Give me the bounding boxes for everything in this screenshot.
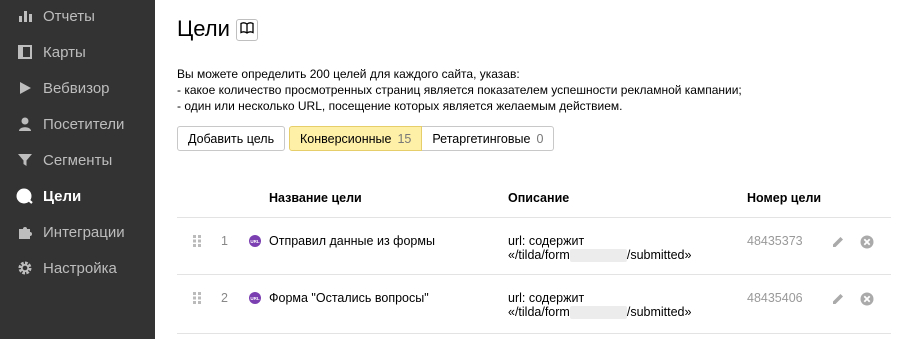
sidebar-item-maps[interactable]: Карты bbox=[0, 34, 155, 70]
puzzle-icon bbox=[15, 222, 35, 242]
play-icon bbox=[15, 78, 35, 98]
url-type-icon: URL bbox=[249, 292, 261, 304]
target-icon bbox=[15, 186, 35, 206]
url-suffix: /submitted» bbox=[626, 248, 692, 262]
drag-handle-icon[interactable] bbox=[192, 291, 202, 305]
tab-label: Конверсионные bbox=[300, 131, 392, 146]
url-badge-text: URL bbox=[250, 239, 259, 244]
sidebar-item-label: Настройка bbox=[43, 259, 117, 277]
url-type-icon: URL bbox=[249, 235, 261, 247]
sidebar-item-settings[interactable]: Настройка bbox=[0, 250, 155, 286]
row-index: 2 bbox=[221, 291, 228, 305]
column-header-description: Описание bbox=[508, 191, 570, 205]
sidebar-item-label: Карты bbox=[43, 43, 86, 61]
sidebar-item-reports[interactable]: Отчеты bbox=[0, 0, 155, 34]
url-badge-text: URL bbox=[250, 296, 259, 301]
gear-icon bbox=[15, 258, 35, 278]
sidebar-item-visitors[interactable]: Посетители bbox=[0, 106, 155, 142]
main-content: Цели Вы можете определить 200 целей для … bbox=[155, 0, 900, 339]
divider bbox=[177, 333, 891, 334]
description-line: - какое количество просмотренных страниц… bbox=[177, 83, 742, 97]
sidebar-item-goals[interactable]: Цели bbox=[0, 178, 155, 214]
sidebar-item-label: Интеграции bbox=[43, 223, 125, 241]
sidebar-item-label: Цели bbox=[43, 187, 82, 205]
description-url: «/tilda/form/submitted» bbox=[508, 305, 692, 320]
map-icon bbox=[15, 42, 35, 62]
goal-number: 48435373 bbox=[747, 234, 803, 248]
description-line: - один или несколько URL, посещение кото… bbox=[177, 99, 623, 113]
goal-type-tabs: Конверсионные 15 Ретаргетинговые 0 bbox=[289, 126, 555, 151]
tab-conversion[interactable]: Конверсионные 15 bbox=[289, 126, 423, 151]
tab-label: Ретаргетинговые bbox=[432, 131, 531, 146]
tab-count: 0 bbox=[536, 131, 544, 146]
delete-close-icon[interactable] bbox=[859, 234, 875, 250]
sidebar-item-label: Сегменты bbox=[43, 151, 113, 169]
goal-description: url: содержит «/tilda/form/submitted» bbox=[508, 234, 692, 263]
funnel-icon bbox=[15, 150, 35, 170]
description-condition: url: содержит bbox=[508, 291, 585, 305]
help-button[interactable] bbox=[236, 19, 258, 41]
person-icon bbox=[15, 114, 35, 134]
url-suffix: /submitted» bbox=[626, 305, 692, 319]
delete-close-icon[interactable] bbox=[859, 291, 875, 307]
goal-name[interactable]: Форма "Остались вопросы" bbox=[269, 291, 429, 305]
divider bbox=[177, 217, 891, 218]
goal-name[interactable]: Отправил данные из формы bbox=[269, 234, 435, 248]
book-icon bbox=[240, 21, 254, 39]
bar-chart-icon bbox=[15, 6, 35, 26]
description-condition: url: содержит bbox=[508, 234, 585, 248]
sidebar-item-webvisor[interactable]: Вебвизор bbox=[0, 70, 155, 106]
url-prefix: «/tilda/form bbox=[508, 248, 570, 262]
sidebar-item-label: Посетители bbox=[43, 115, 125, 133]
redacted-segment bbox=[569, 249, 627, 263]
divider bbox=[177, 274, 891, 275]
url-prefix: «/tilda/form bbox=[508, 305, 570, 319]
edit-pencil-icon[interactable] bbox=[830, 234, 846, 250]
description-text: Вы можете определить 200 целей для каждо… bbox=[177, 66, 742, 114]
sidebar-item-label: Вебвизор bbox=[43, 79, 110, 97]
sidebar-item-segments[interactable]: Сегменты bbox=[0, 142, 155, 178]
sidebar: Отчеты Карты Вебвизор Посетители Сегмент… bbox=[0, 0, 155, 339]
tab-count: 15 bbox=[397, 131, 412, 146]
tab-retargeting[interactable]: Ретаргетинговые 0 bbox=[422, 126, 555, 151]
description-url: «/tilda/form/submitted» bbox=[508, 248, 692, 263]
row-index: 1 bbox=[221, 234, 228, 248]
redacted-segment bbox=[569, 306, 627, 320]
goal-description: url: содержит «/tilda/form/submitted» bbox=[508, 291, 692, 320]
drag-handle-icon[interactable] bbox=[192, 234, 202, 248]
sidebar-item-label: Отчеты bbox=[43, 7, 95, 25]
page-title: Цели bbox=[177, 16, 230, 41]
goal-number: 48435406 bbox=[747, 291, 803, 305]
column-header-number: Номер цели bbox=[747, 191, 822, 205]
edit-pencil-icon[interactable] bbox=[830, 291, 846, 307]
sidebar-item-integrations[interactable]: Интеграции bbox=[0, 214, 155, 250]
column-header-name: Название цели bbox=[269, 191, 362, 205]
add-goal-button[interactable]: Добавить цель bbox=[177, 126, 286, 151]
description-line: Вы можете определить 200 целей для каждо… bbox=[177, 67, 520, 81]
